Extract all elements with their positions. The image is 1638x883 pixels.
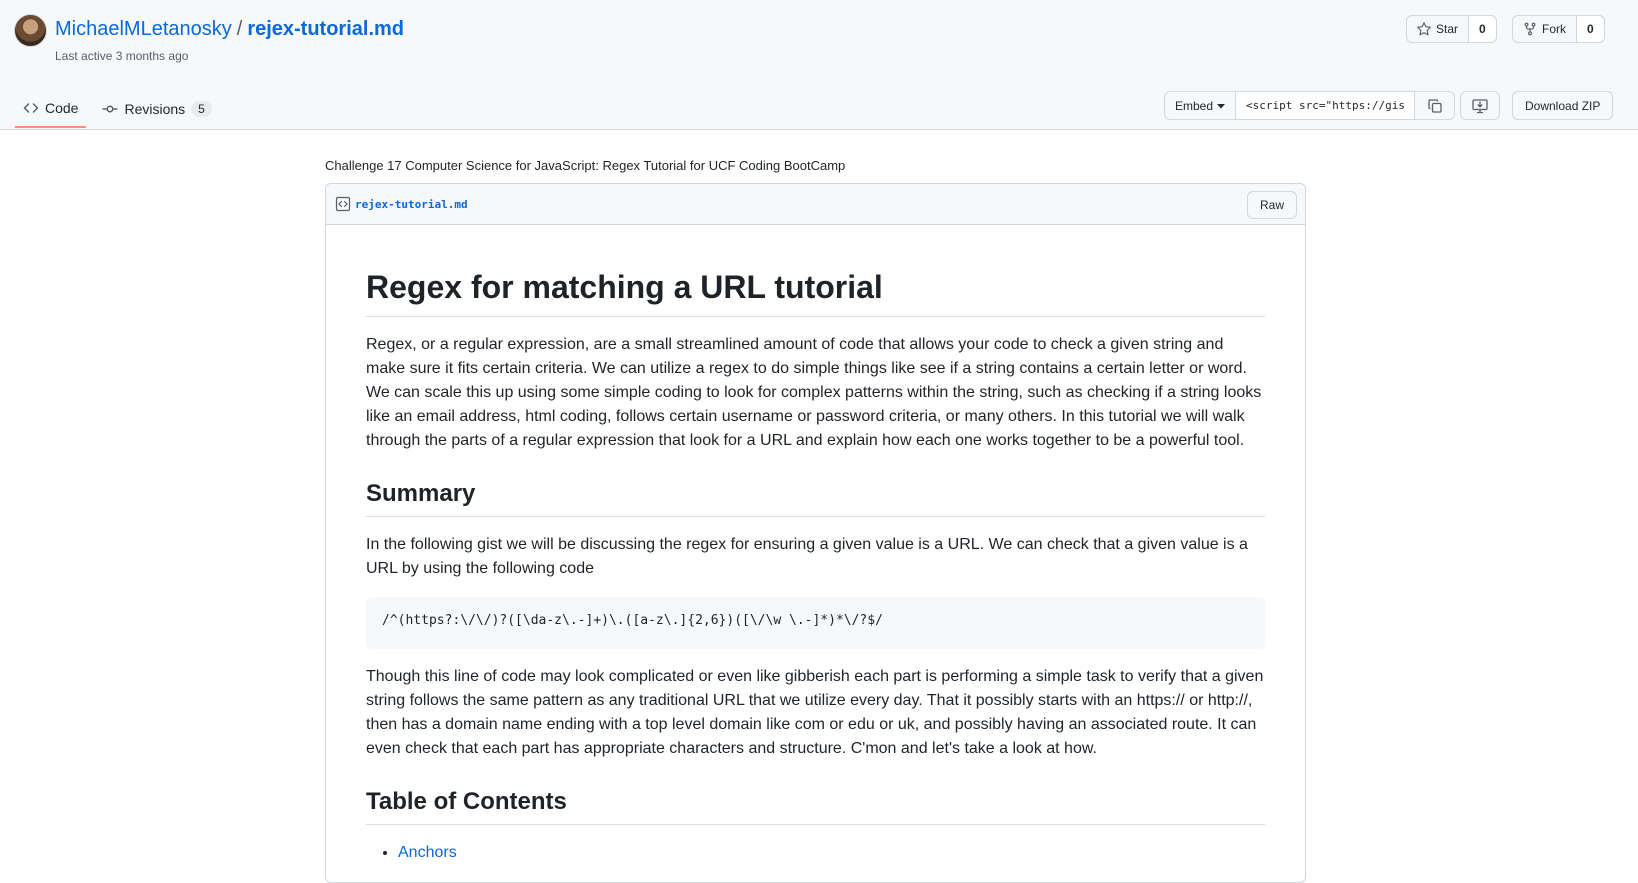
revisions-counter: 5: [191, 101, 212, 117]
open-in-desktop-button[interactable]: [1460, 91, 1500, 120]
fork-count[interactable]: 0: [1577, 16, 1604, 42]
triangle-down-icon: [1217, 102, 1226, 110]
fork-button-group: Fork 0: [1512, 15, 1605, 43]
summary-heading: Summary: [366, 479, 1265, 518]
file-header: rejex-tutorial.md Raw: [326, 184, 1305, 225]
copy-button[interactable]: [1414, 92, 1454, 119]
explanation-paragraph: Though this line of code may look compli…: [366, 668, 1264, 758]
copy-icon: [1427, 98, 1443, 114]
download-zip-button[interactable]: Download ZIP: [1512, 91, 1614, 120]
embed-dropdown[interactable]: Embed: [1165, 92, 1237, 119]
owner-link[interactable]: MichaelMLetanosky: [55, 18, 232, 40]
summary-paragraph: In the following gist we will be discuss…: [366, 536, 1248, 578]
fork-icon: [1523, 22, 1537, 36]
gist-description: Challenge 17 Computer Science for JavaSc…: [325, 158, 846, 173]
toc-heading: Table of Contents: [366, 787, 1265, 826]
git-commit-icon: [102, 101, 118, 117]
toc-item: Anchors: [398, 841, 1265, 865]
raw-button[interactable]: Raw: [1246, 191, 1297, 219]
page-title: Regex for matching a URL tutorial: [366, 225, 1265, 318]
regex-code-block: /^(https?:\/\/)?([\da-z\.-]+)\.([a-z\.]{…: [366, 597, 1265, 650]
star-label: Star: [1436, 22, 1459, 36]
embed-group: Embed: [1164, 91, 1456, 120]
avatar[interactable]: [14, 14, 47, 47]
last-active-text: Last active 3 months ago: [55, 49, 189, 63]
desktop-download-icon: [1472, 98, 1488, 114]
toc-link-anchors[interactable]: Anchors: [398, 844, 457, 861]
code-icon: [23, 100, 39, 116]
file-name-link[interactable]: rejex-tutorial.md: [355, 198, 468, 211]
star-count[interactable]: 0: [1469, 16, 1496, 42]
markdown-body: Regex for matching a URL tutorial Regex,…: [326, 225, 1305, 865]
gist-title: MichaelMLetanosky / rejex-tutorial.md: [55, 18, 404, 41]
gist-header: MichaelMLetanosky / rejex-tutorial.md Last…: [0, 0, 1638, 130]
star-icon: [1417, 22, 1431, 36]
embed-label: Embed: [1175, 98, 1214, 113]
title-separator: /: [236, 18, 243, 40]
tab-revisions[interactable]: Revisions 5: [94, 90, 219, 128]
gist-tabs: Code Revisions 5: [15, 90, 220, 130]
star-button[interactable]: Star: [1407, 16, 1470, 42]
star-button-group: Star 0: [1406, 15, 1497, 43]
gist-file-link[interactable]: rejex-tutorial.md: [247, 18, 404, 40]
fork-button[interactable]: Fork: [1513, 16, 1577, 42]
embed-code-input[interactable]: [1236, 92, 1415, 119]
file-code-icon: [335, 196, 351, 212]
tab-revisions-label: Revisions: [124, 101, 186, 117]
file-container: rejex-tutorial.md Raw Regex for matching…: [325, 183, 1306, 883]
tab-code-label: Code: [45, 100, 79, 116]
fork-label: Fork: [1542, 22, 1566, 36]
intro-paragraph: Regex, or a regular expression, are a sm…: [366, 336, 1262, 450]
toc-list: Anchors: [366, 841, 1265, 865]
tab-code[interactable]: Code: [15, 90, 87, 128]
